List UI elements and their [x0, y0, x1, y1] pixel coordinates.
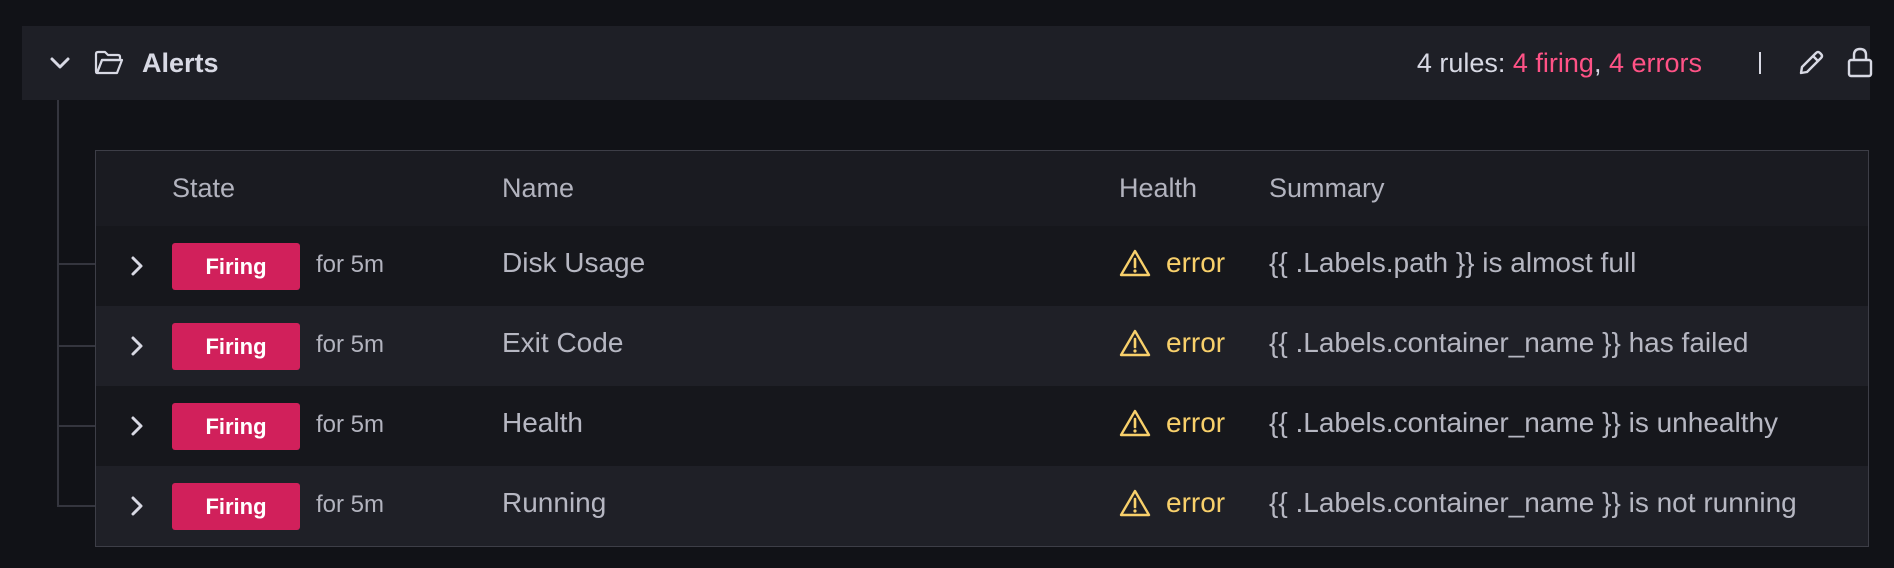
- chevron-right-icon[interactable]: [126, 494, 148, 518]
- firing-count[interactable]: 4 firing: [1513, 48, 1594, 78]
- tree-line: [57, 100, 59, 506]
- warning-icon: [1119, 489, 1151, 517]
- chevron-right-icon[interactable]: [126, 414, 148, 438]
- header-state: State: [172, 173, 236, 203]
- chevron-right-icon[interactable]: [126, 254, 148, 278]
- table-row[interactable]: Firing for 5m Exit Code error {{ .Labels…: [96, 306, 1868, 386]
- health-status: error: [1166, 407, 1226, 438]
- header-name: Name: [502, 173, 575, 203]
- group-title: Alerts: [142, 48, 219, 78]
- state-badge: Firing: [172, 243, 300, 290]
- table-row[interactable]: Firing for 5m Health error {{ .Labels.co…: [96, 386, 1868, 466]
- header-summary: Summary: [1269, 173, 1385, 203]
- rule-summary: {{ .Labels.path }} is almost full: [1269, 247, 1637, 278]
- rules-count: 4 rules:: [1416, 48, 1506, 78]
- state-duration: for 5m: [316, 411, 385, 438]
- tree-branch: [57, 505, 95, 507]
- rule-name: Exit Code: [502, 327, 624, 358]
- group-summary: 4 rules: 4 firing, 4 errors: [1417, 46, 1702, 80]
- health-status: error: [1166, 247, 1226, 278]
- header-health: Health: [1119, 173, 1198, 203]
- lock-icon[interactable]: [1846, 46, 1874, 78]
- warning-icon: [1119, 329, 1151, 357]
- state-duration: for 5m: [316, 491, 385, 518]
- table-header: State Name Health Summary: [96, 151, 1868, 226]
- state-duration: for 5m: [316, 331, 385, 358]
- rule-summary: {{ .Labels.container_name }} has failed: [1269, 327, 1749, 358]
- rule-group-header[interactable]: Alerts 4 rules: 4 firing, 4 errors: [22, 26, 1873, 100]
- edit-icon[interactable]: [1796, 48, 1826, 78]
- state-duration: for 5m: [316, 251, 385, 278]
- health-status: error: [1166, 487, 1226, 518]
- errors-count[interactable]: 4 errors: [1609, 48, 1702, 78]
- warning-icon: [1119, 409, 1151, 437]
- tree-branch: [57, 425, 95, 427]
- table-row[interactable]: Firing for 5m Disk Usage error {{ .Label…: [96, 226, 1868, 306]
- rule-summary: {{ .Labels.container_name }} is unhealth…: [1269, 407, 1779, 438]
- rule-name: Running: [502, 487, 607, 518]
- chevron-right-icon[interactable]: [126, 334, 148, 358]
- rule-name: Disk Usage: [502, 247, 646, 278]
- state-badge: Firing: [172, 403, 300, 450]
- folder-open-icon: [94, 50, 124, 75]
- chevron-down-icon[interactable]: [48, 51, 72, 75]
- state-badge: Firing: [172, 323, 300, 370]
- tree-branch: [57, 263, 95, 265]
- summary-separator: ,: [1593, 48, 1602, 78]
- health-status: error: [1166, 327, 1226, 358]
- rule-name: Health: [502, 407, 583, 438]
- rule-summary: {{ .Labels.container_name }} is not runn…: [1269, 487, 1797, 518]
- table-row[interactable]: Firing for 5m Running error {{ .Labels.c…: [96, 466, 1868, 546]
- tree-branch: [57, 345, 95, 347]
- rules-table: State Name Health Summary Firing for 5m …: [95, 150, 1869, 547]
- warning-icon: [1119, 249, 1151, 277]
- state-badge: Firing: [172, 483, 300, 530]
- divider: [1759, 52, 1761, 74]
